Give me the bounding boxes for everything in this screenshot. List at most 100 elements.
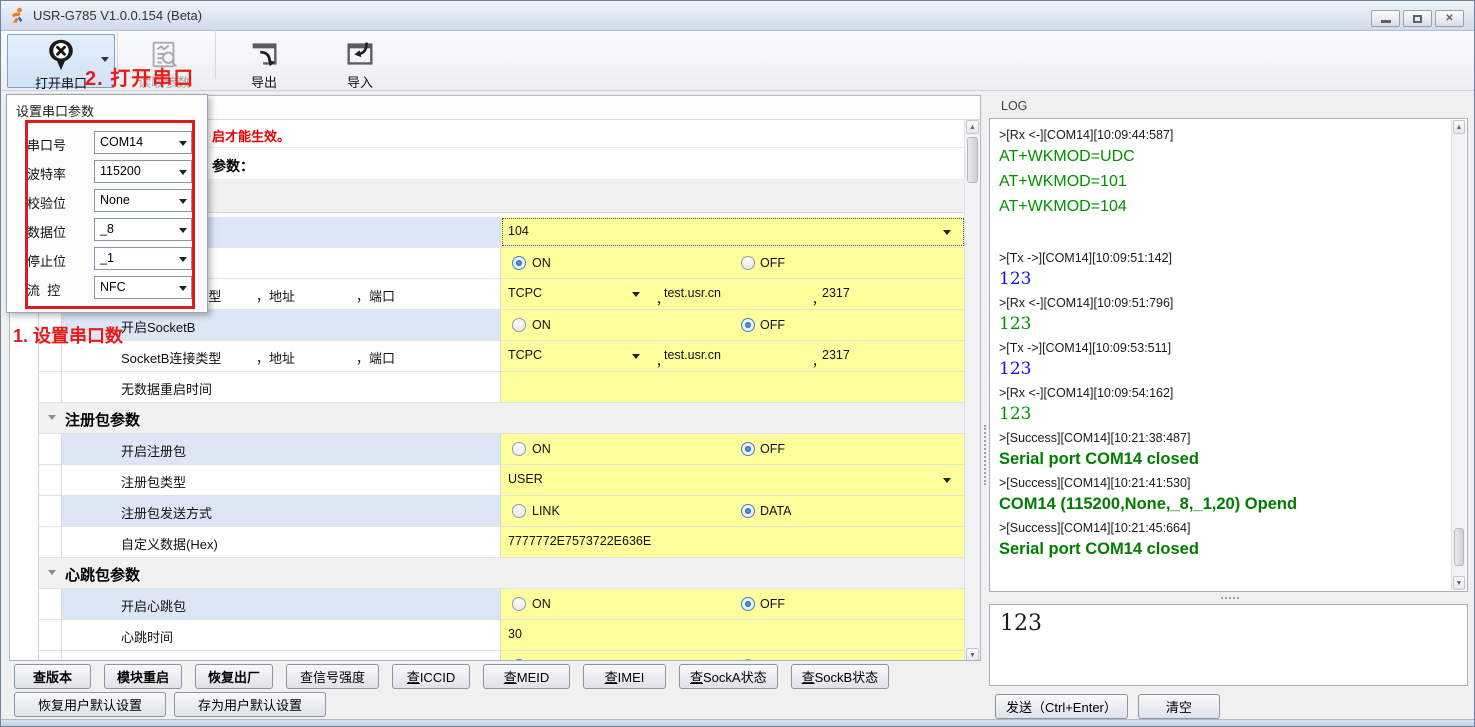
- import-button[interactable]: 导入: [323, 34, 397, 88]
- footer-button-9[interactable]: 查SockB状态: [791, 664, 890, 689]
- param-value-cell: 30: [500, 620, 965, 650]
- param-dropdown[interactable]: USER: [501, 465, 965, 495]
- chevron-down-icon: [179, 228, 187, 233]
- radio-com[interactable]: [741, 659, 755, 661]
- param-label-cell: 无数据重启时间: [61, 372, 500, 402]
- param-section-label: 心跳包参数: [65, 564, 140, 585]
- stop-bits-select[interactable]: _1: [94, 247, 192, 270]
- radio-link[interactable]: [512, 504, 526, 518]
- log-line-meta: >[Success][COM14][10:21:45:664]: [999, 520, 1449, 536]
- radio-on[interactable]: [512, 442, 526, 456]
- log-input-splitter[interactable]: [989, 592, 1468, 604]
- radio-data[interactable]: [741, 504, 755, 518]
- title-bar: USR-G785 V1.0.0.154 (Beta) ✕: [1, 1, 1474, 31]
- panel-splitter[interactable]: [981, 95, 989, 661]
- data-bits-label: 数据位: [27, 222, 89, 241]
- footer-button-5[interactable]: 查ICCID: [392, 664, 470, 689]
- footer-button-7[interactable]: 查IMEI: [583, 664, 666, 689]
- params-scroll-thumb[interactable]: [967, 137, 978, 183]
- collapse-arrow-icon[interactable]: [48, 415, 56, 420]
- footer-button-2[interactable]: 模块重启: [104, 664, 182, 689]
- flow-control-label: 流 控: [27, 280, 89, 299]
- radio-net[interactable]: [512, 659, 526, 661]
- open-serial-port-button[interactable]: 打开串口: [7, 34, 115, 88]
- chevron-down-icon[interactable]: [632, 292, 640, 297]
- radio-off[interactable]: [741, 256, 755, 270]
- serial-pin-icon: [44, 38, 78, 77]
- maximize-button[interactable]: [1403, 10, 1432, 27]
- socket-port-input[interactable]: 2317: [822, 286, 850, 300]
- radio-label: ON: [532, 256, 551, 270]
- param-sublabel-address: ，地址: [256, 348, 295, 367]
- close-button[interactable]: ✕: [1435, 10, 1464, 27]
- log-line-meta: >[Tx ->][COM14][10:09:51:142]: [999, 250, 1449, 266]
- param-text-input[interactable]: 30: [508, 627, 522, 641]
- radio-label: OFF: [760, 256, 785, 270]
- radio-label: OFF: [760, 442, 785, 456]
- parity-field: 校验位 None: [7, 189, 207, 212]
- log-lines: >[Rx <-][COM14][10:09:44:587]AT+WKMOD=UD…: [999, 123, 1449, 589]
- read-params-button: 读取参数: [121, 34, 207, 88]
- chevron-down-icon: [943, 230, 951, 235]
- com-port-select[interactable]: COM14: [94, 131, 192, 154]
- chevron-down-icon[interactable]: [101, 57, 109, 62]
- export-button[interactable]: 导出: [227, 34, 301, 88]
- flow-control-select[interactable]: NFC: [94, 276, 192, 299]
- socket-address-input[interactable]: test.usr.cn: [664, 286, 721, 300]
- log-scroll-thumb[interactable]: [1454, 528, 1464, 566]
- socket-type-dropdown[interactable]: TCPC: [508, 286, 542, 300]
- collapse-arrow-icon[interactable]: [48, 570, 56, 575]
- param-dropdown[interactable]: 104: [501, 217, 965, 247]
- baud-rate-label: 波特率: [27, 164, 89, 183]
- param-label: 发送方式: [121, 658, 173, 661]
- serial-settings-title: 设置串口参数: [16, 101, 94, 120]
- radio-on[interactable]: [512, 597, 526, 611]
- data-bits-select[interactable]: _8: [94, 218, 192, 241]
- radio-off[interactable]: [741, 597, 755, 611]
- radio-off[interactable]: [741, 442, 755, 456]
- param-text-input[interactable]: 7777772E7573722E636E: [508, 534, 651, 548]
- socket-address-input[interactable]: test.usr.cn: [664, 348, 721, 362]
- radio-on[interactable]: [512, 318, 526, 332]
- scroll-down-icon[interactable]: ▼: [1453, 576, 1465, 590]
- scroll-up-icon[interactable]: ▲: [1453, 120, 1465, 134]
- serial-settings-popup: 设置串口参数 串口号 COM14 波特率 115200 校验位 None 数据位…: [6, 94, 208, 313]
- footer-button-1[interactable]: 查版本: [14, 664, 91, 689]
- radio-on[interactable]: [512, 256, 526, 270]
- scroll-down-icon[interactable]: ▼: [966, 648, 979, 661]
- clear-button[interactable]: 清空: [1138, 694, 1220, 719]
- chevron-down-icon: [179, 141, 187, 146]
- log-line-rx: AT+WKMOD=104: [999, 195, 1449, 218]
- send-button-row: 发送（Ctrl+Enter） 清空: [995, 694, 1220, 719]
- log-line-meta: >[Rx <-][COM14][10:09:51:796]: [999, 295, 1449, 311]
- params-heading-text: 参数：: [212, 156, 254, 176]
- send-button[interactable]: 发送（Ctrl+Enter）: [995, 694, 1128, 719]
- footer-button-4[interactable]: 查信号强度: [286, 664, 379, 689]
- log-scrollbar[interactable]: ▲ ▼: [1451, 120, 1466, 590]
- param-value-cell: TCPC，test.usr.cn，2317: [500, 279, 965, 309]
- param-row: SocketB连接类型，地址，端口TCPC，test.usr.cn，2317: [39, 341, 964, 372]
- params-scrollbar[interactable]: ▲ ▼: [964, 120, 980, 661]
- radio-off[interactable]: [741, 318, 755, 332]
- socket-type-dropdown[interactable]: TCPC: [508, 348, 542, 362]
- scroll-up-icon[interactable]: ▲: [966, 120, 979, 134]
- log-line-success: Serial port COM14 closed: [999, 448, 1449, 471]
- param-sublabel-port: ，端口: [356, 286, 395, 305]
- socket-port-input[interactable]: 2317: [822, 348, 850, 362]
- send-input[interactable]: 123: [1000, 611, 1457, 671]
- log-line-rx: 123: [999, 313, 1449, 336]
- chevron-down-icon[interactable]: [632, 354, 640, 359]
- param-row: 自定义数据(Hex)7777772E7573722E636E: [39, 527, 964, 558]
- log-line-meta: >[Success][COM14][10:21:38:487]: [999, 430, 1449, 446]
- defaults-button-2[interactable]: 存为用户默认设置: [174, 692, 326, 717]
- flow-control-field: 流 控 NFC: [7, 276, 207, 299]
- baud-rate-select[interactable]: 115200: [94, 160, 192, 183]
- footer-button-3[interactable]: 恢复出厂: [195, 664, 273, 689]
- param-label: 开启注册包: [121, 441, 186, 460]
- defaults-button-1[interactable]: 恢复用户默认设置: [14, 692, 166, 717]
- param-label-cell: 发送方式: [61, 651, 500, 661]
- footer-button-8[interactable]: 查SockA状态: [679, 664, 778, 689]
- minimize-button[interactable]: [1371, 10, 1400, 27]
- footer-button-6[interactable]: 查MEID: [483, 664, 570, 689]
- parity-select[interactable]: None: [94, 189, 192, 212]
